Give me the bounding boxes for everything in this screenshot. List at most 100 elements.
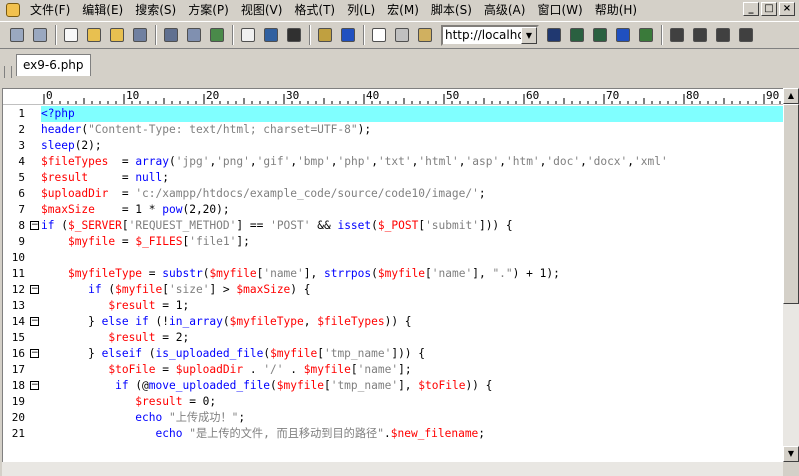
code-line[interactable]: <?php — [41, 106, 783, 122]
fold-collapse-icon[interactable]: − — [30, 349, 39, 358]
code-token: substr — [162, 267, 203, 280]
code-line[interactable]: $toFile = $uploadDir . '/' . $myfile['na… — [41, 362, 783, 378]
new-file-button[interactable] — [60, 24, 82, 46]
wrap-icon — [264, 28, 278, 42]
code-line[interactable]: echo "上传成功！"; — [41, 410, 783, 426]
code-line[interactable]: $uploadDir = 'c:/xampp/htdocs/example_co… — [41, 186, 783, 202]
scroll-up-button[interactable]: ▲ — [783, 88, 799, 104]
code-token: 'name' — [263, 267, 304, 280]
find-next-button[interactable] — [566, 24, 588, 46]
code-token: 'file1' — [189, 235, 237, 248]
code-line[interactable]: if (@move_uploaded_file($myfile['tmp_nam… — [41, 378, 783, 394]
close-button[interactable]: × — [779, 2, 795, 16]
vertical-scrollbar[interactable]: ▲ ▼ — [783, 88, 799, 462]
code-line[interactable]: sleep(2); — [41, 138, 783, 154]
menu-item-8[interactable]: 脚本(S) — [425, 1, 478, 19]
menu-item-4[interactable]: 视图(V) — [235, 1, 289, 19]
print-preview-button[interactable] — [183, 24, 205, 46]
wrap-button[interactable] — [260, 24, 282, 46]
menu-item-2[interactable]: 搜索(S) — [129, 1, 182, 19]
url-value[interactable]: http://localhos — [443, 28, 523, 42]
more-button[interactable] — [735, 24, 757, 46]
menu-item-5[interactable]: 格式(T) — [288, 1, 341, 19]
menu-item-3[interactable]: 方案(P) — [182, 1, 235, 19]
align-right-button[interactable] — [712, 24, 734, 46]
fold-collapse-icon[interactable]: − — [30, 317, 39, 326]
page-icon — [241, 28, 255, 42]
code-line[interactable]: if ($_SERVER['REQUEST_METHOD'] == 'POST'… — [41, 218, 783, 234]
bookmark-icon — [318, 28, 332, 42]
code-line[interactable]: $myfile = $_FILES['file1']; — [41, 234, 783, 250]
bookmark-button[interactable] — [314, 24, 336, 46]
code-token: , — [303, 315, 318, 328]
find-prev-button[interactable] — [589, 24, 611, 46]
fold-collapse-icon[interactable]: − — [30, 381, 39, 390]
menu-item-9[interactable]: 高级(A) — [478, 1, 532, 19]
code-token: header — [41, 123, 82, 136]
find-button[interactable] — [543, 24, 565, 46]
code-token: 'docx' — [586, 155, 628, 168]
minimize-button[interactable]: _ — [743, 2, 759, 16]
back-button[interactable] — [6, 24, 28, 46]
code-line[interactable]: $myfileType = substr($myfile['name'], st… — [41, 266, 783, 282]
menu-item-6[interactable]: 列(L) — [341, 1, 381, 19]
code-line[interactable]: $result = null; — [41, 170, 783, 186]
code-line[interactable]: echo "是上传的文件, 而且移动到目的路径".$new_filename; — [41, 426, 783, 442]
cursor-button[interactable] — [368, 24, 390, 46]
hex-button[interactable] — [283, 24, 305, 46]
grip-handle[interactable] — [4, 66, 12, 78]
code-token: $result — [135, 395, 183, 408]
spell-check-button[interactable] — [206, 24, 228, 46]
save-button[interactable] — [129, 24, 151, 46]
tab-file[interactable]: ex9-6.php — [16, 54, 91, 76]
code-line[interactable]: $maxSize = 1 * pow(2,20); — [41, 202, 783, 218]
scroll-thumb[interactable] — [783, 104, 799, 304]
code-token: $myfile — [377, 267, 426, 280]
code-area[interactable]: <?php header("Content-Type: text/html; ch… — [41, 106, 783, 466]
code-editor[interactable]: 0 10 20 30 40 50 60 70 80 90 1 2 3 4 5 6 7 8−9 10 11 12−13 1… — [2, 88, 783, 466]
code-line[interactable]: $result = 0; — [41, 394, 783, 410]
menu-item-11[interactable]: 帮助(H) — [589, 1, 643, 19]
open-folder-button[interactable] — [83, 24, 105, 46]
code-token: ( — [54, 219, 68, 232]
copy-button[interactable] — [391, 24, 413, 46]
code-token: = 2; — [155, 331, 190, 344]
replace-button[interactable] — [612, 24, 634, 46]
align-center-button[interactable] — [689, 24, 711, 46]
restore-button[interactable]: □ — [761, 2, 777, 16]
menu-item-7[interactable]: 宏(M) — [381, 1, 425, 19]
code-line[interactable]: $result = 2; — [41, 330, 783, 346]
chevron-down-icon[interactable]: ▼ — [521, 26, 537, 44]
menu-item-10[interactable]: 窗口(W) — [531, 1, 588, 19]
open-button[interactable] — [106, 24, 128, 46]
goto-button[interactable] — [635, 24, 657, 46]
fold-collapse-icon[interactable]: − — [30, 221, 39, 230]
app-icon[interactable] — [6, 3, 20, 17]
code-line[interactable] — [41, 250, 783, 266]
print-button[interactable] — [160, 24, 182, 46]
code-line[interactable]: } else if (!in_array($myfileType, $fileT… — [41, 314, 783, 330]
page-button[interactable] — [237, 24, 259, 46]
url-combobox[interactable]: http://localhos ▼ — [441, 24, 539, 46]
code-token: $result — [108, 331, 156, 344]
forward-button[interactable] — [29, 24, 51, 46]
code-line[interactable]: if ($myfile['size'] > $maxSize) { — [41, 282, 783, 298]
code-token: if — [115, 379, 129, 392]
browser-button[interactable] — [337, 24, 359, 46]
code-line[interactable]: $fileTypes = array('jpg','png','gif','bm… — [41, 154, 783, 170]
menu-item-1[interactable]: 编辑(E) — [76, 1, 129, 19]
menu-item-0[interactable]: 文件(F) — [24, 1, 76, 19]
code-line[interactable]: header("Content-Type: text/html; charset… — [41, 122, 783, 138]
code-line[interactable]: } elseif (is_uploaded_file($myfile['tmp_… — [41, 346, 783, 362]
code-token: move_uploaded_file — [148, 379, 271, 392]
horizontal-scrollbar[interactable] — [2, 462, 783, 476]
code-token: $result — [108, 299, 156, 312]
align-left-button[interactable] — [666, 24, 688, 46]
code-token: $toFile — [418, 379, 466, 392]
paste-button[interactable] — [414, 24, 436, 46]
scroll-down-button[interactable]: ▼ — [783, 446, 799, 462]
fold-collapse-icon[interactable]: − — [30, 285, 39, 294]
code-line[interactable]: $result = 1; — [41, 298, 783, 314]
code-token: 'POST' — [270, 219, 311, 232]
